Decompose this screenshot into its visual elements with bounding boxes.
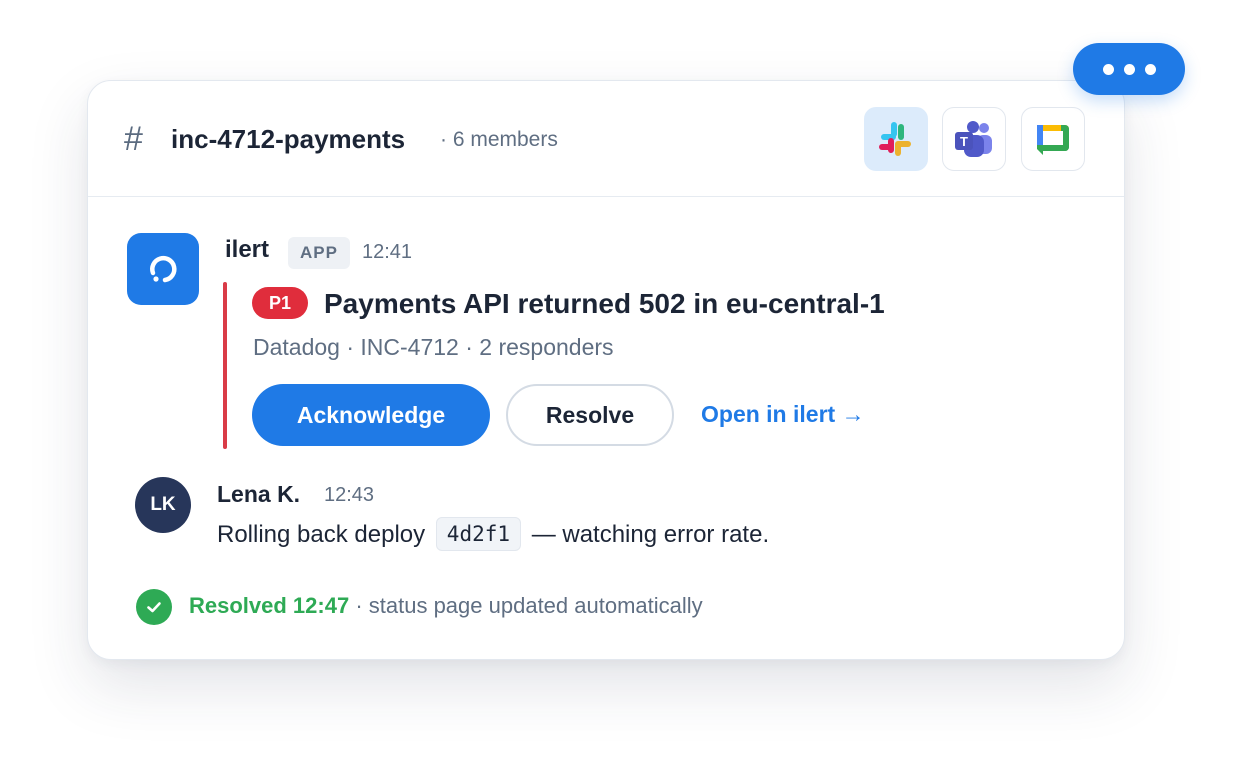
priority-badge: P1 [252, 287, 308, 319]
message-text-part: — watching error rate. [531, 521, 770, 548]
status-line: Resolved 12:47 · status page updated aut… [189, 590, 703, 622]
message-timestamp: 12:41 [362, 241, 413, 263]
microsoft-teams-icon[interactable]: T [942, 107, 1006, 171]
channel-name[interactable]: inc-4712-payments [171, 122, 405, 156]
more-horizontal-icon[interactable] [1073, 43, 1185, 95]
message-text: Rolling back deploy 4d2f1 — watching err… [217, 517, 769, 553]
alert-meta: Datadog · INC-4712 · 2 responders [253, 334, 614, 360]
slack-icon[interactable] [864, 107, 928, 171]
acknowledge-button[interactable]: Acknowledge [252, 384, 490, 446]
ilert-logo-icon [127, 233, 199, 305]
channel-header: # inc-4712-payments · 6 members T [88, 81, 1124, 197]
message-timestamp: 12:43 [324, 484, 375, 506]
alert-accent-bar [223, 282, 227, 449]
message-text-part: Rolling back deploy [217, 521, 426, 548]
google-chat-icon[interactable] [1021, 107, 1085, 171]
check-circle-icon [136, 589, 172, 625]
status-detail: · status page updated automatically [355, 593, 703, 618]
resolve-button[interactable]: Resolve [506, 384, 674, 446]
resolved-status: Resolved 12:47 [189, 593, 350, 618]
open-in-ilert-link[interactable]: Open in ilert → [701, 399, 865, 429]
inline-code: 4d2f1 [435, 517, 522, 551]
app-badge: APP [288, 237, 350, 269]
channel-hash-icon: # [124, 120, 143, 158]
chat-card: # inc-4712-payments · 6 members T ilert … [87, 80, 1125, 660]
message-sender[interactable]: Lena K. [217, 478, 300, 510]
member-count[interactable]: · 6 members [440, 125, 558, 155]
message-sender[interactable]: ilert [225, 233, 269, 267]
avatar[interactable]: LK [135, 477, 191, 533]
svg-text:T: T [960, 134, 968, 149]
alert-title: Payments API returned 502 in eu-central-… [324, 288, 885, 319]
